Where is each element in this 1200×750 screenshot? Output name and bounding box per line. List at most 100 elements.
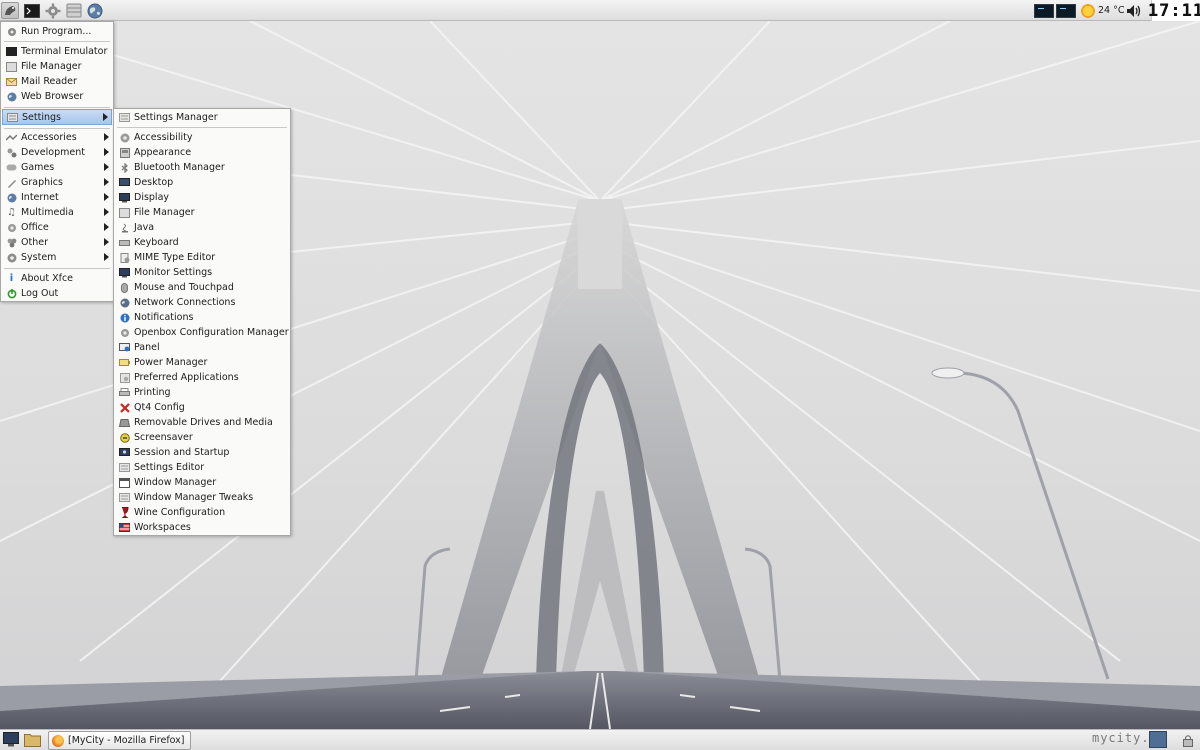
menu-item-preferred-applications[interactable]: Preferred Applications [115,370,289,385]
show-desktop-icon[interactable] [3,732,19,750]
menu-item-label: Games [21,162,55,173]
menu-item-monitor-settings[interactable]: Monitor Settings [115,265,289,280]
menu-item-session-and-startup[interactable]: Session and Startup [115,445,289,460]
development-icon [6,147,17,158]
menu-item-label: Power Manager [134,357,208,368]
menu-item-label: Office [21,222,49,233]
menu-item-label: Terminal Emulator [21,46,108,57]
menu-item-window-manager[interactable]: Window Manager [115,475,289,490]
menu-item-label: Network Connections [134,297,236,308]
menu-item-graphics[interactable]: Graphics [2,175,112,190]
submenu-arrow-icon [104,208,109,216]
menu-item-printing[interactable]: Printing [115,385,289,400]
terminal-applet-1-icon[interactable] [1034,2,1054,19]
network-icon [119,297,130,308]
menu-item-label: MIME Type Editor [134,252,216,263]
menu-item-label: System [21,252,57,263]
screensaver-icon [119,432,130,443]
menu-item-screensaver[interactable]: Screensaver [115,430,289,445]
printer-icon [119,387,130,398]
menu-item-internet[interactable]: Internet [2,190,112,205]
menu-item-settings-editor[interactable]: Settings Editor [115,460,289,475]
submenu-arrow-icon [104,223,109,231]
wm-tweaks-icon [119,492,130,503]
menu-item-workspaces[interactable]: Workspaces [115,520,289,535]
menu-item-system[interactable]: System [2,250,112,265]
office-icon [6,222,17,233]
clock[interactable]: 17:11 [1148,0,1200,21]
menu-item-file-manager[interactable]: File Manager [2,59,112,74]
menu-item-desktop[interactable]: Desktop [115,175,289,190]
session-icon [119,447,130,458]
power-icon [119,357,130,368]
menu-item-terminal-emulator[interactable]: Terminal Emulator [2,44,112,59]
submenu-arrow-icon [104,133,109,141]
menu-item-file-manager-settings[interactable]: File Manager [115,205,289,220]
mail-icon [6,76,17,87]
menu-separator [4,268,110,269]
menu-item-label: Notifications [134,312,194,323]
menu-item-office[interactable]: Office [2,220,112,235]
mouse-icon [119,282,130,293]
menu-item-label: Monitor Settings [134,267,213,278]
submenu-arrow-icon [104,163,109,171]
menu-item-removable-drives-and-media[interactable]: Removable Drives and Media [115,415,289,430]
menu-separator [4,107,110,108]
xfce-menu-icon[interactable] [1,2,19,19]
workspace-switcher[interactable] [1149,731,1167,748]
menu-item-notifications[interactable]: Notifications [115,310,289,325]
volume-icon[interactable] [1126,2,1144,19]
menu-item-label: Window Manager Tweaks [134,492,254,503]
menu-item-run-program[interactable]: Run Program... [2,24,112,39]
menu-item-settings-manager[interactable]: Settings Manager [115,110,289,125]
folder-icon[interactable] [24,732,41,750]
menu-item-label: File Manager [134,207,195,218]
globe-icon [6,91,17,102]
menu-item-other[interactable]: Other [2,235,112,250]
menu-item-appearance[interactable]: Appearance [115,145,289,160]
menu-item-label: Accessibility [134,132,193,143]
file-manager-icon [6,61,17,72]
menu-item-mail-reader[interactable]: Mail Reader [2,74,112,89]
drive-icon [119,417,130,428]
menu-item-display[interactable]: Display [115,190,289,205]
menu-item-label: Graphics [21,177,63,188]
menu-item-settings[interactable]: Settings [2,109,112,125]
menu-item-mime-type-editor[interactable]: MIME Type Editor [115,250,289,265]
menu-item-bluetooth-manager[interactable]: Bluetooth Manager [115,160,289,175]
menu-item-label: Java [134,222,155,233]
menu-item-panel[interactable]: Panel [115,340,289,355]
menu-item-power-manager[interactable]: Power Manager [115,355,289,370]
menu-item-accessibility[interactable]: Accessibility [115,130,289,145]
terminal-icon[interactable] [23,2,41,19]
menu-item-mouse-and-touchpad[interactable]: Mouse and Touchpad [115,280,289,295]
menu-item-openbox-configuration-manager[interactable]: Openbox Configuration Manager [115,325,289,340]
menu-item-development[interactable]: Development [2,145,112,160]
menu-item-accessories[interactable]: Accessories [2,130,112,145]
menu-item-java[interactable]: Java [115,220,289,235]
sun-icon [1080,2,1096,19]
submenu-arrow-icon [104,193,109,201]
top-panel: 24 °C 17:11 [0,0,1200,21]
menu-item-label: Panel [134,342,160,353]
file-manager-icon[interactable] [65,2,83,19]
terminal-applet-2-icon[interactable] [1056,2,1076,19]
menu-item-keyboard[interactable]: Keyboard [115,235,289,250]
menu-item-label: Removable Drives and Media [134,417,273,428]
menu-item-about-xfce[interactable]: i About Xfce [2,271,112,286]
taskbar-button-firefox[interactable]: [MyCity - Mozilla Firefox] [48,731,191,750]
keyboard-icon [119,237,130,248]
settings-icon[interactable] [44,2,62,19]
menu-item-window-manager-tweaks[interactable]: Window Manager Tweaks [115,490,289,505]
display-icon [119,192,130,203]
menu-item-multimedia[interactable]: ♫ Multimedia [2,205,112,220]
menu-item-web-browser[interactable]: Web Browser [2,89,112,104]
menu-item-wine-configuration[interactable]: Wine Configuration [115,505,289,520]
menu-item-qt4-config[interactable]: Qt4 Config [115,400,289,415]
web-browser-icon[interactable] [86,2,104,19]
menu-item-games[interactable]: Games [2,160,112,175]
weather-plugin[interactable]: 24 °C [1080,2,1125,19]
lock-icon[interactable] [1182,734,1194,750]
menu-item-log-out[interactable]: Log Out [2,286,112,301]
menu-item-network-connections[interactable]: Network Connections [115,295,289,310]
